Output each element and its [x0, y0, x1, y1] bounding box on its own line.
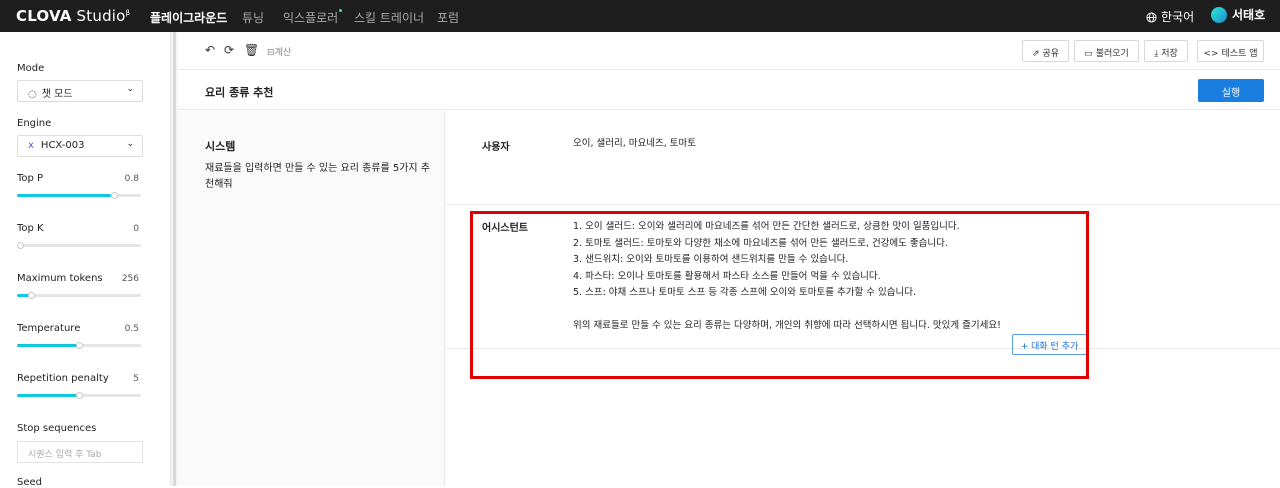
trash-icon[interactable]: 🗑 — [244, 43, 259, 57]
undo-icon[interactable]: ↶ — [205, 43, 215, 57]
token-calc-button[interactable]: ⊟계산 — [267, 45, 291, 58]
chevron-down-icon: ⌄ — [126, 84, 134, 94]
nav-explorer[interactable]: 익스플로러 — [283, 9, 343, 26]
clova-studio-logo[interactable]: CLOVA Studioβ — [16, 7, 130, 25]
run-button[interactable]: 실행 — [1198, 79, 1264, 102]
max-tokens-slider[interactable] — [17, 292, 141, 299]
slider-fill — [17, 394, 77, 397]
top-k-slider[interactable] — [17, 242, 141, 249]
mode-select[interactable]: ◌ 챗 모드 ⌄ — [17, 80, 143, 102]
parameter-sidebar: Mode ◌ 챗 모드 ⌄ Engine x HCX-003 ⌄ Top P 0.8 T… — [0, 32, 170, 488]
mode-label: Mode — [17, 63, 45, 74]
chat-bubble-icon: ◌ — [28, 89, 37, 100]
share-icon: ⇗ — [1031, 49, 1040, 59]
seed-label: Seed — [17, 477, 42, 488]
save-button[interactable]: ⤓ 저장 — [1144, 40, 1188, 62]
engine-select[interactable]: x HCX-003 ⌄ — [17, 135, 143, 157]
stop-sequences-label: Stop sequences — [17, 423, 97, 434]
nav-tuning[interactable]: 튜닝 — [242, 9, 264, 26]
repetition-penalty-value: 5 — [133, 374, 139, 384]
temperature-slider[interactable] — [17, 342, 141, 349]
test-app-button[interactable]: <> 테스트 앱 — [1197, 40, 1264, 62]
system-heading: 시스템 — [205, 140, 236, 153]
slider-fill — [17, 344, 77, 347]
page-title[interactable]: 요리 종류 추천 — [205, 84, 273, 100]
nav-playground[interactable]: 플레이그라운드 — [150, 9, 227, 26]
editor-toolbar: ↶ ⟳ 🗑 ⊟계산 ⇗ 공유 ▭ 불러오기 ⤓ 저장 <> 테스트 앱 — [178, 32, 1280, 70]
top-p-label: Top P — [17, 173, 44, 184]
stop-sequences-input[interactable]: 시퀀스 입력 후 Tab — [17, 441, 143, 463]
new-indicator-dot — [339, 9, 343, 12]
user-turn[interactable]: 사용자 오이, 샐러리, 마요네즈, 토마토 — [446, 111, 1280, 205]
top-navigation-bar: CLOVA Studioβ 플레이그라운드 튜닝 익스플로러 스킬 트레이너 포… — [0, 0, 1280, 32]
engine-x-icon: x — [28, 140, 34, 151]
slider-handle[interactable] — [17, 242, 24, 249]
highlight-box — [470, 211, 1089, 379]
system-prompt-panel[interactable]: 시스템 재료들을 입력하면 만들 수 있는 요리 종류를 5가지 추천해줘 — [178, 111, 445, 486]
slider-handle[interactable] — [28, 292, 35, 299]
globe-icon — [1146, 12, 1157, 23]
calculator-icon: ⊟ — [267, 48, 275, 58]
top-k-value: 0 — [133, 224, 139, 234]
slider-fill — [17, 194, 111, 197]
nav-forum[interactable]: 포럼 — [437, 9, 459, 26]
slider-handle[interactable] — [76, 342, 83, 349]
system-prompt-text[interactable]: 재료들을 입력하면 만들 수 있는 요리 종류를 5가지 추천해줘 — [205, 161, 435, 193]
language-selector[interactable]: 한국어 — [1146, 8, 1194, 25]
user-role-label: 사용자 — [482, 142, 510, 153]
sidebar-scrollbar[interactable] — [170, 32, 178, 486]
slider-handle[interactable] — [111, 192, 118, 199]
load-button[interactable]: ▭ 불러오기 — [1074, 40, 1139, 62]
top-k-label: Top K — [17, 223, 44, 234]
title-row: 요리 종류 추천 실행 — [178, 70, 1280, 110]
avatar — [1211, 7, 1227, 23]
top-p-value: 0.8 — [124, 174, 139, 184]
max-tokens-value: 256 — [121, 274, 139, 284]
share-button[interactable]: ⇗ 공유 — [1022, 40, 1069, 62]
repetition-penalty-slider[interactable] — [17, 392, 141, 399]
chevron-down-icon: ⌄ — [126, 139, 134, 149]
max-tokens-label: Maximum tokens — [17, 273, 103, 284]
refresh-icon[interactable]: ⟳ — [224, 43, 234, 57]
top-p-slider[interactable] — [17, 192, 141, 199]
engine-label: Engine — [17, 118, 52, 129]
folder-icon: ▭ — [1084, 49, 1093, 59]
user-menu[interactable]: 서태호 — [1211, 6, 1265, 23]
download-icon: ⤓ — [1154, 49, 1159, 59]
user-message[interactable]: 오이, 샐러리, 마요네즈, 토마토 — [573, 136, 696, 153]
code-icon: <> — [1203, 49, 1219, 59]
slider-handle[interactable] — [76, 392, 83, 399]
nav-skill-trainer[interactable]: 스킬 트레이너 — [354, 9, 424, 26]
temperature-label: Temperature — [17, 323, 81, 334]
temperature-value: 0.5 — [124, 324, 139, 334]
repetition-penalty-label: Repetition penalty — [17, 373, 109, 384]
